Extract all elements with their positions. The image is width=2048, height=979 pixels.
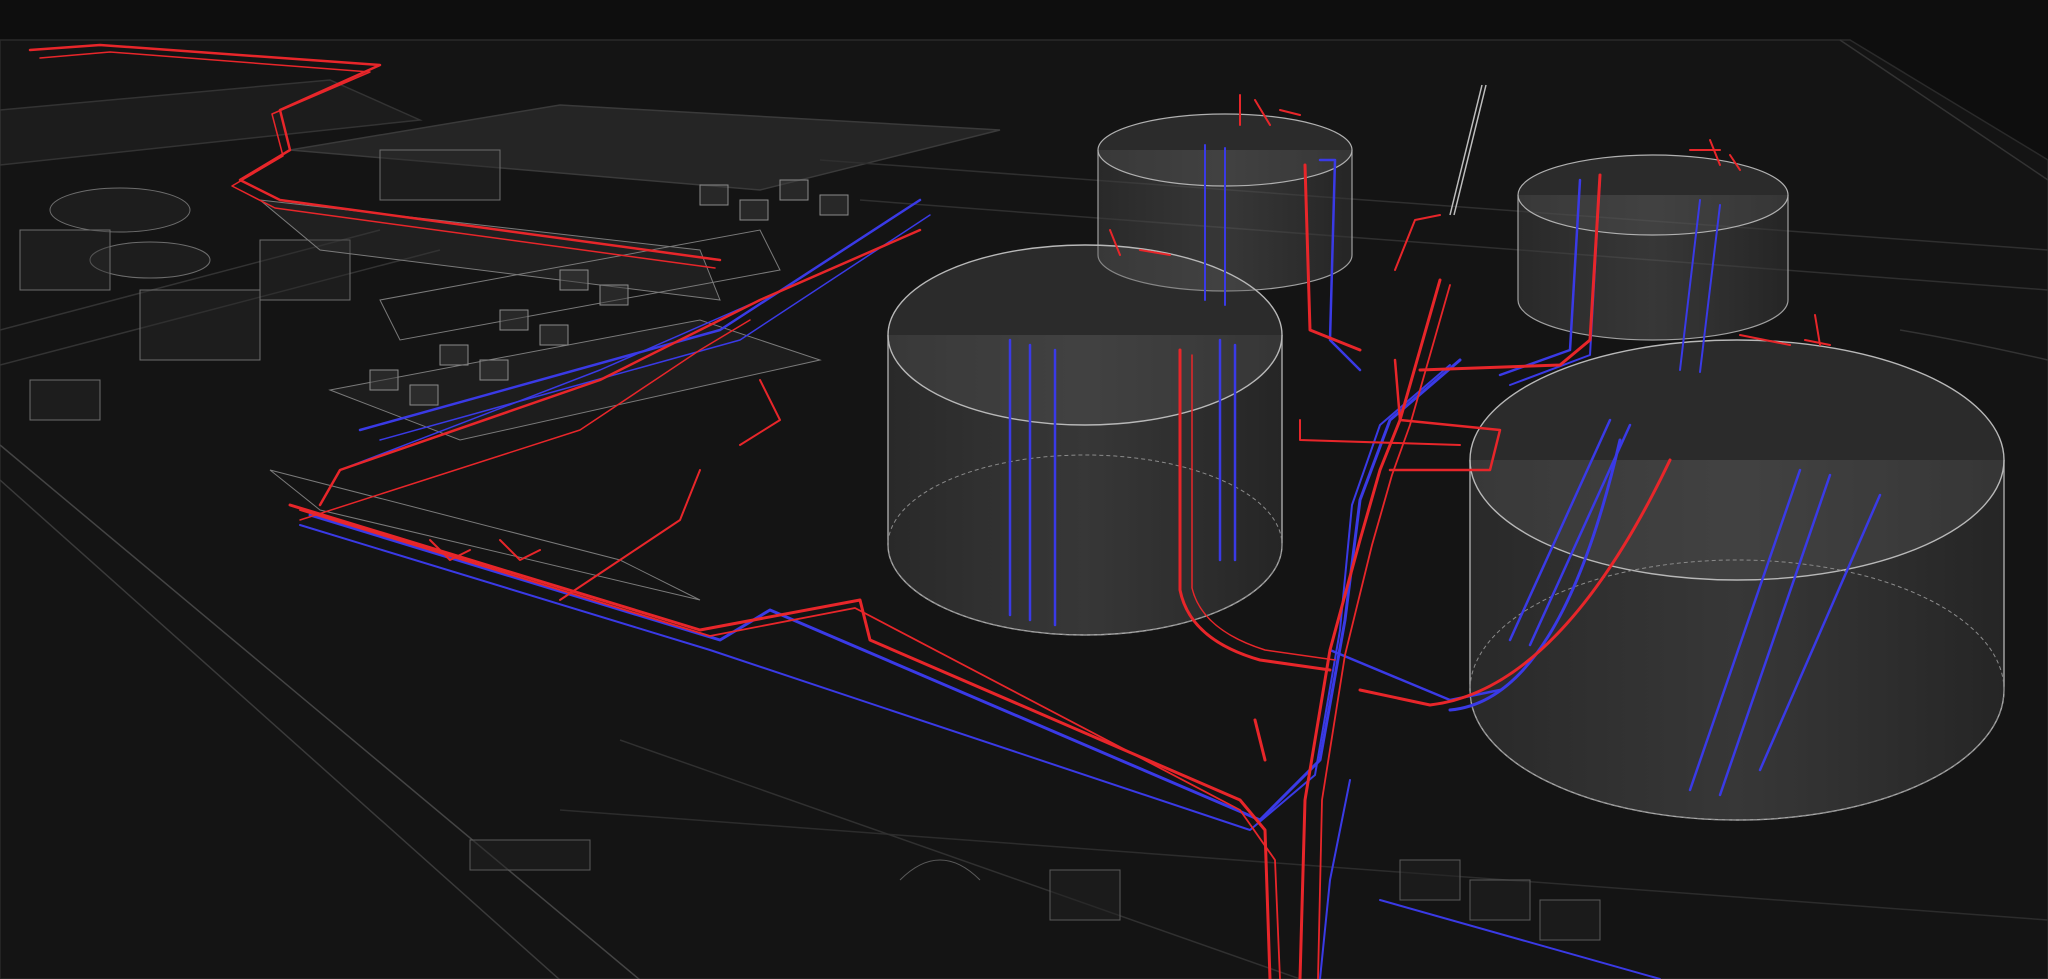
storage-tank-2[interactable]	[1517, 154, 1789, 341]
plant-3d-scene[interactable]	[0, 0, 2048, 979]
3d-viewport[interactable]	[0, 0, 2048, 979]
storage-tank-3[interactable]	[887, 244, 1283, 636]
